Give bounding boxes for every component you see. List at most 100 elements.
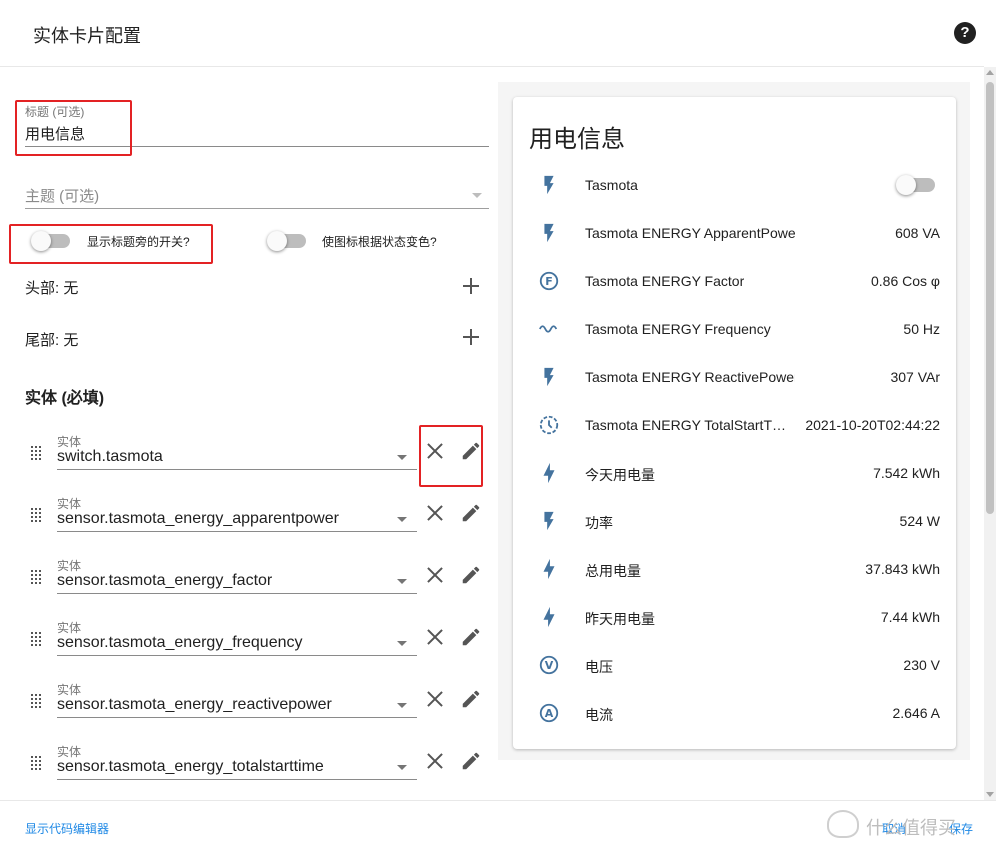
sine-wave-icon: [538, 318, 560, 340]
pencil-icon: [462, 752, 480, 770]
entity-state-name: Tasmota ENERGY Frequency: [585, 321, 771, 337]
chevron-down-icon[interactable]: [397, 703, 407, 708]
entity-state-row[interactable]: Tasmota ENERGY TotalStartT… 2021-10-20T02…: [513, 401, 956, 449]
alpha-v-circle-icon: V: [538, 654, 560, 676]
chevron-down-icon[interactable]: [397, 517, 407, 522]
edit-entity-button[interactable]: [460, 502, 482, 524]
chevron-down-icon[interactable]: [397, 579, 407, 584]
entity-row: 实体 sensor.tasmota_energy_totalstarttime: [0, 739, 495, 800]
entity-state-row[interactable]: Tasmota: [513, 161, 956, 209]
chevron-down-icon: [472, 193, 482, 198]
entity-row: 实体 sensor.tasmota_energy_reactivepower: [0, 677, 495, 739]
dialog-title: 实体卡片配置: [33, 26, 141, 46]
edit-entity-button[interactable]: [460, 750, 482, 772]
entity-select-value[interactable]: sensor.tasmota_energy_frequency: [57, 634, 302, 652]
drag-handle-icon[interactable]: [31, 446, 43, 462]
entities-heading: 实体 (必填): [25, 390, 105, 407]
entity-row: 实体 sensor.tasmota_energy_factor: [0, 553, 495, 615]
entity-select-value[interactable]: switch.tasmota: [57, 448, 163, 466]
entity-state-row[interactable]: A 电流 2.646 A: [513, 689, 956, 737]
remove-entity-button[interactable]: [427, 753, 443, 769]
entity-state-value: 608 VA: [895, 225, 940, 241]
entity-select-underline: [57, 717, 417, 718]
entity-state-name: 功率: [585, 515, 613, 531]
entity-state-value: 230 V: [903, 657, 940, 673]
drag-handle-icon[interactable]: [31, 570, 43, 586]
entity-state-value: 37.843 kWh: [865, 561, 940, 577]
entity-select-underline: [57, 655, 417, 656]
alpha-f-circle-icon: F: [538, 270, 560, 292]
entity-state-row[interactable]: 功率 524 W: [513, 497, 956, 545]
svg-text:A: A: [545, 707, 554, 720]
remove-entity-button[interactable]: [427, 691, 443, 707]
entity-state-name: Tasmota ENERGY ReactivePower: [585, 369, 795, 385]
entity-state-value: 7.542 kWh: [873, 465, 940, 481]
theme-select-underline: [25, 208, 489, 209]
entity-state-name: Tasmota ENERGY ApparentPower: [585, 225, 795, 241]
entity-state-row[interactable]: Tasmota ENERGY ReactivePower 307 VAr: [513, 353, 956, 401]
entity-state-name: 电流: [585, 707, 613, 723]
alpha-a-circle-icon: A: [538, 702, 560, 724]
entity-state-name: 电压: [585, 659, 613, 675]
entity-state-name: Tasmota: [585, 177, 638, 193]
scroll-down-arrow[interactable]: [986, 792, 994, 797]
entity-state-row[interactable]: 今天用电量 7.542 kWh: [513, 449, 956, 497]
flash-icon: [538, 510, 560, 532]
remove-entity-button[interactable]: [427, 567, 443, 583]
entity-state-value: 50 Hz: [903, 321, 940, 337]
remove-entity-button[interactable]: [427, 629, 443, 645]
entity-state-toggle[interactable]: [896, 175, 935, 195]
entity-state-row[interactable]: 总用电量 37.843 kWh: [513, 545, 956, 593]
flash-icon: [538, 222, 560, 244]
remove-entity-button[interactable]: [427, 505, 443, 521]
entity-state-row[interactable]: Tasmota ENERGY ApparentPower 608 VA: [513, 209, 956, 257]
entity-state-value: 307 VAr: [890, 369, 940, 385]
entity-state-row[interactable]: F Tasmota ENERGY Factor 0.86 Cos φ: [513, 257, 956, 305]
show-code-editor-link[interactable]: 显示代码编辑器: [25, 820, 109, 837]
pencil-icon: [462, 566, 480, 584]
edit-entity-button[interactable]: [460, 564, 482, 586]
entity-select-underline: [57, 593, 417, 594]
chevron-down-icon[interactable]: [397, 765, 407, 770]
lightning-icon: [538, 558, 560, 580]
chevron-down-icon[interactable]: [397, 455, 407, 460]
entity-state-value: 7.44 kWh: [880, 609, 940, 625]
entity-state-name: 今天用电量: [585, 467, 655, 483]
drag-handle-icon[interactable]: [31, 508, 43, 524]
svg-text:V: V: [545, 659, 554, 672]
drag-handle-icon[interactable]: [31, 632, 43, 648]
entity-select-underline: [57, 531, 417, 532]
help-icon[interactable]: ?: [954, 22, 976, 44]
entity-select-value[interactable]: sensor.tasmota_energy_apparentpower: [57, 510, 339, 528]
add-header-button[interactable]: [463, 278, 479, 294]
entity-select-value[interactable]: sensor.tasmota_energy_reactivepower: [57, 696, 332, 714]
scroll-up-arrow[interactable]: [986, 70, 994, 75]
edit-entity-button[interactable]: [460, 626, 482, 648]
entity-state-row[interactable]: V 电压 230 V: [513, 641, 956, 689]
lightning-icon: [538, 462, 560, 484]
entity-state-row[interactable]: Tasmota ENERGY Frequency 50 Hz: [513, 305, 956, 353]
highlight-box-title: [15, 100, 132, 156]
state-color-toggle[interactable]: [267, 231, 306, 251]
entity-state-value: 2021-10-20T02:44:22: [805, 417, 940, 433]
entity-state-row[interactable]: 昨天用电量 7.44 kWh: [513, 593, 956, 641]
edit-entity-button[interactable]: [460, 688, 482, 710]
lightning-icon: [538, 606, 560, 628]
scroll-thumb[interactable]: [986, 82, 994, 514]
clock-outline-icon: [538, 414, 560, 436]
entities-card-preview: 用电信息 Tasmota Tasmota ENERGY ApparentPower…: [513, 97, 956, 749]
chevron-down-icon[interactable]: [397, 641, 407, 646]
footer-row-label: 尾部: 无: [25, 332, 79, 349]
drag-handle-icon[interactable]: [31, 756, 43, 772]
add-footer-button[interactable]: [463, 329, 479, 345]
drag-handle-icon[interactable]: [31, 694, 43, 710]
scrollbar[interactable]: [984, 67, 996, 800]
entity-state-name: 总用电量: [585, 563, 641, 579]
watermark-logo-icon: [827, 810, 859, 838]
entity-state-value: 0.86 Cos φ: [870, 273, 940, 289]
entity-state-value: 2.646 A: [892, 705, 941, 721]
entity-select-value[interactable]: sensor.tasmota_energy_factor: [57, 572, 272, 590]
entity-state-name: Tasmota ENERGY TotalStartT…: [585, 417, 786, 433]
entity-select-value[interactable]: sensor.tasmota_energy_totalstarttime: [57, 758, 324, 776]
svg-text:F: F: [545, 275, 553, 288]
